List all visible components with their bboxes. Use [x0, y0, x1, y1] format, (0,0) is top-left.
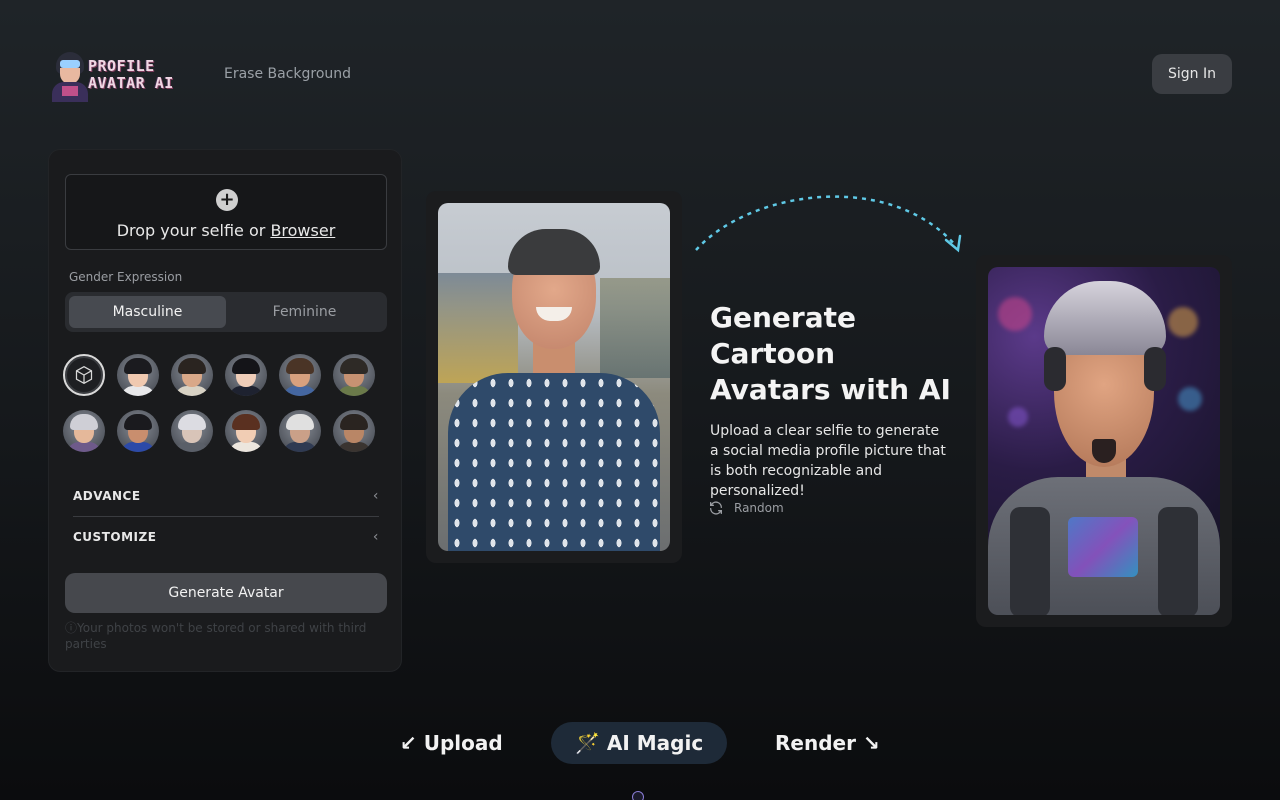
dropzone-text: Drop your selfie or Browser [66, 221, 386, 240]
scroll-indicator[interactable] [632, 791, 644, 800]
chevron-left-icon: ‹ [372, 488, 379, 504]
avatar-settings-panel: + Drop your selfie or Browser Gender Exp… [48, 149, 402, 672]
style-option[interactable] [279, 410, 321, 452]
advance-accordion[interactable]: ADVANCE ‹ [65, 476, 387, 516]
selfie-dropzone[interactable]: + Drop your selfie or Browser [65, 174, 387, 250]
avatar-result-image [988, 267, 1220, 615]
style-none-option[interactable] [63, 354, 105, 396]
nav-erase-background[interactable]: Erase Background [224, 66, 351, 82]
style-option[interactable] [225, 410, 267, 452]
sign-in-button[interactable]: Sign In [1152, 54, 1232, 94]
drop-label: Drop your selfie or [116, 221, 271, 240]
logo-text: PROFILE AVATAR AI [88, 58, 174, 92]
advance-label: ADVANCE [73, 489, 141, 503]
logo-line-1: PROFILE [88, 57, 155, 75]
chevron-left-icon: ‹ [372, 529, 379, 545]
gender-segmented-control: Masculine Feminine [65, 292, 387, 332]
style-option[interactable] [225, 354, 267, 396]
privacy-text: Your photos won't be stored or shared wi… [65, 621, 367, 651]
random-button[interactable]: Random [708, 500, 784, 516]
style-grid [63, 354, 389, 452]
style-option[interactable] [63, 410, 105, 452]
dashed-arrow-icon [695, 195, 962, 253]
privacy-note: ⓘYour photos won't be stored or shared w… [65, 620, 385, 652]
selfie-photo [438, 203, 670, 551]
generate-avatar-button[interactable]: Generate Avatar [65, 573, 387, 613]
hero-subtitle: Upload a clear selfie to generate a soci… [710, 423, 946, 499]
step-ai-magic: 🪄 AI Magic [551, 722, 728, 764]
customize-accordion[interactable]: CUSTOMIZE ‹ [65, 517, 387, 557]
gender-option-masculine[interactable]: Masculine [69, 296, 226, 328]
process-steps: ↙ Upload 🪄 AI Magic Render ↘ [0, 722, 1280, 764]
style-option[interactable] [279, 354, 321, 396]
gender-expression-label: Gender Expression [69, 270, 183, 284]
browse-link[interactable]: Browser [270, 221, 335, 240]
logo-avatar-icon [50, 48, 90, 102]
customize-label: CUSTOMIZE [73, 530, 157, 544]
style-option[interactable] [117, 410, 159, 452]
style-option[interactable] [171, 410, 213, 452]
style-option[interactable] [171, 354, 213, 396]
style-option[interactable] [333, 410, 375, 452]
plus-icon: + [216, 189, 238, 211]
logo[interactable]: PROFILE AVATAR AI [50, 46, 186, 104]
step-render: Render ↘ [775, 731, 880, 755]
cube-icon [75, 366, 93, 384]
style-option[interactable] [117, 354, 159, 396]
logo-line-2: AVATAR AI [88, 74, 174, 92]
random-label: Random [734, 501, 784, 515]
style-option[interactable] [333, 354, 375, 396]
refresh-icon [710, 501, 722, 515]
step-upload: ↙ Upload [400, 731, 503, 755]
hero-title: Generate Cartoon Avatars with AI [710, 301, 951, 406]
info-icon: ⓘ [65, 621, 78, 635]
gender-option-feminine[interactable]: Feminine [226, 296, 383, 328]
